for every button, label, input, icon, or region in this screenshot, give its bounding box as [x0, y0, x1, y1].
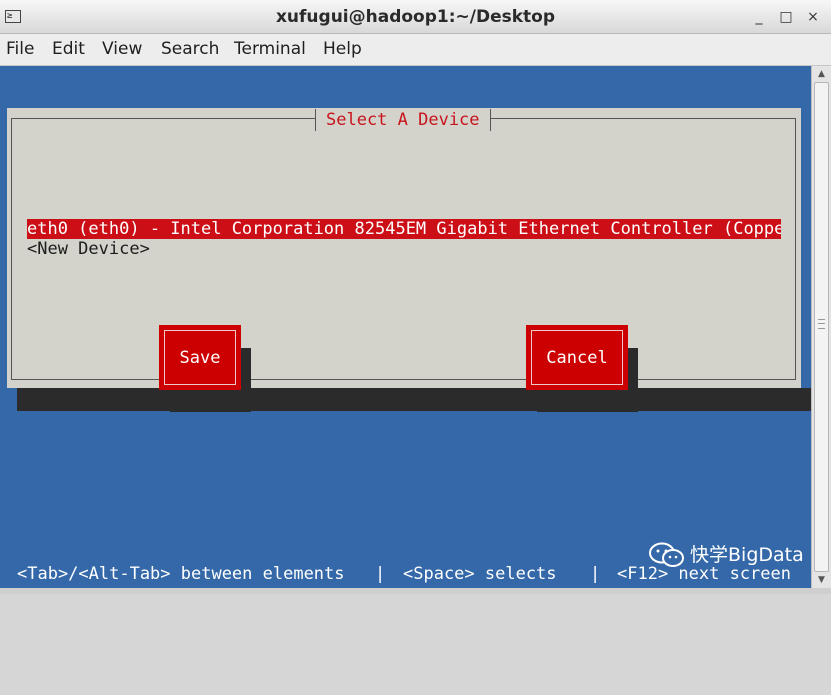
window-titlebar[interactable]: ≥ xufugui@hadoop1:~/Desktop _ □ ×	[0, 0, 831, 34]
tab-hint: <Tab>/<Alt-Tab> between elements	[17, 564, 345, 584]
scroll-up-icon[interactable]: ▲	[812, 66, 831, 82]
save-button-label: Save	[164, 330, 236, 385]
minimize-icon[interactable]: _	[749, 8, 769, 26]
window-title: xufugui@hadoop1:~/Desktop	[275, 7, 556, 27]
dialog-title: Select A Device	[315, 109, 491, 131]
menu-edit[interactable]: Edit	[52, 39, 85, 59]
menu-help[interactable]: Help	[323, 39, 362, 59]
device-list-item-new[interactable]: <New Device>	[27, 239, 150, 259]
hint-separator: |	[590, 564, 601, 584]
cancel-button-label: Cancel	[531, 330, 623, 385]
wechat-icon	[649, 542, 684, 567]
menu-file[interactable]: File	[6, 39, 34, 59]
menu-search[interactable]: Search	[161, 39, 219, 59]
scrollbar-thumb[interactable]	[814, 82, 829, 572]
cancel-button[interactable]: Cancel	[526, 325, 628, 390]
menu-bar: File Edit View Search Terminal Help	[0, 34, 831, 66]
space-hint: <Space> selects	[403, 564, 557, 584]
hint-separator: |	[375, 564, 386, 584]
dialog-shadow	[17, 388, 811, 411]
device-list-item-eth0[interactable]: eth0 (eth0) - Intel Corporation 82545EM …	[27, 219, 781, 239]
grip-icon	[818, 319, 825, 329]
save-button[interactable]: Save	[159, 325, 241, 390]
maximize-icon[interactable]: □	[776, 8, 796, 26]
window-bottom-edge	[0, 588, 831, 594]
terminal-scrollbar[interactable]: ▲ ▼	[811, 66, 831, 588]
menu-view[interactable]: View	[102, 39, 142, 59]
close-icon[interactable]: ×	[803, 8, 823, 26]
scroll-down-icon[interactable]: ▼	[812, 572, 831, 588]
watermark-text: 快学BigData	[690, 544, 804, 566]
menu-terminal[interactable]: Terminal	[234, 39, 306, 59]
